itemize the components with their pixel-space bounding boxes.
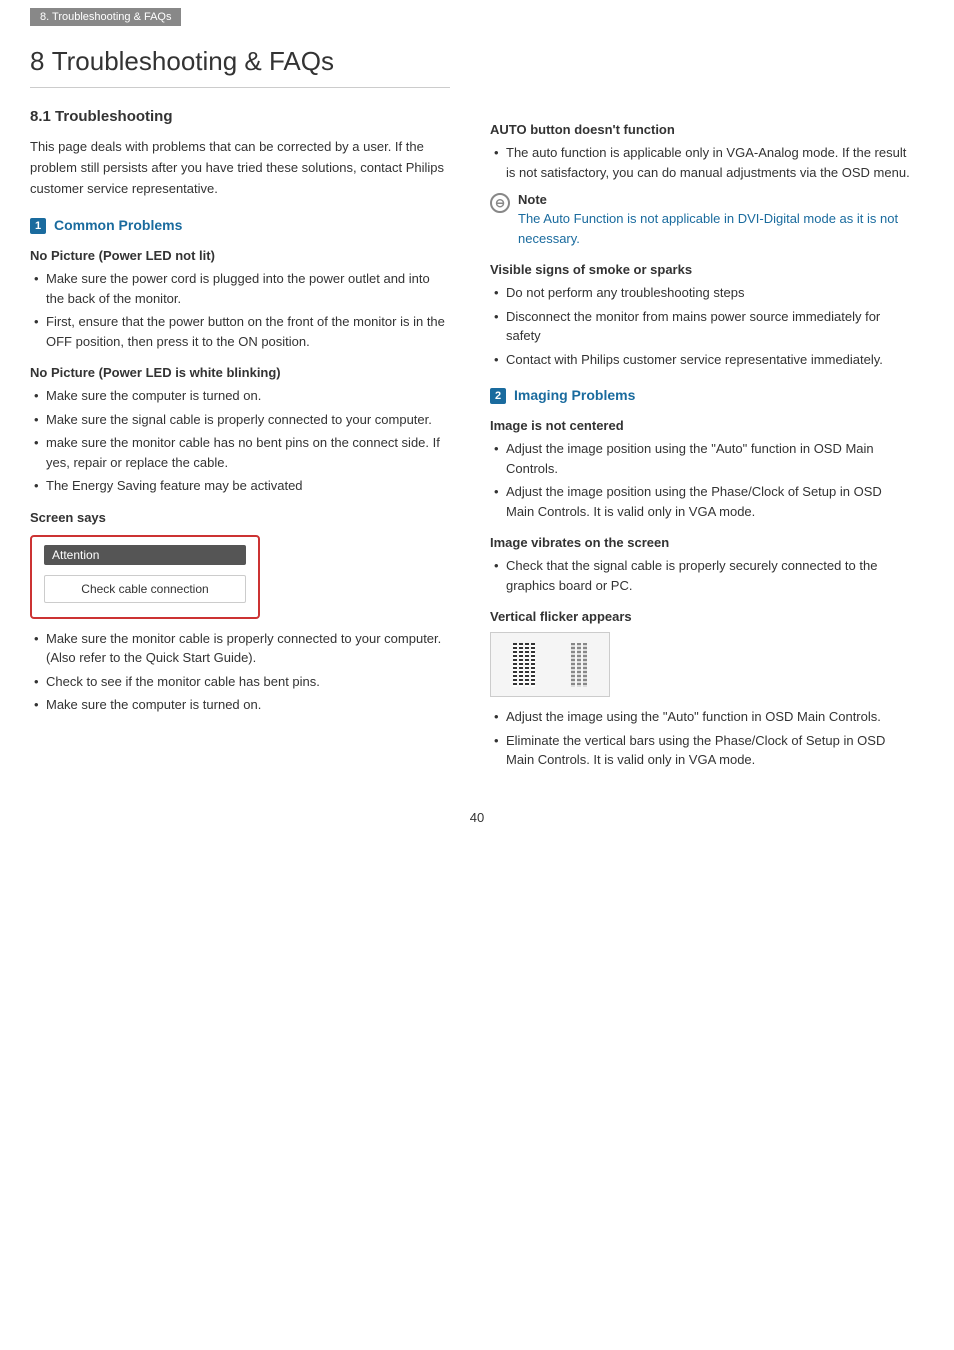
list-item: make sure the monitor cable has no bent … [30, 433, 450, 472]
list-item: Adjust the image position using the Phas… [490, 482, 910, 521]
section-number-2: 2 [490, 388, 506, 404]
list-item: Contact with Philips customer service re… [490, 350, 910, 370]
note-title: Note [518, 192, 910, 207]
main-content: 8 Troubleshooting & FAQs 8.1 Troubleshoo… [30, 46, 924, 780]
chapter-breadcrumb: 8. Troubleshooting & FAQs [30, 8, 181, 26]
visible-smoke-title: Visible signs of smoke or sparks [490, 262, 910, 277]
common-problems-label: Common Problems [54, 217, 182, 233]
chapter-title: 8 Troubleshooting & FAQs [30, 46, 450, 88]
list-item: Disconnect the monitor from mains power … [490, 307, 910, 346]
flicker-bar [519, 643, 523, 687]
vertical-flicker-title: Vertical flicker appears [490, 609, 910, 624]
list-item: The auto function is applicable only in … [490, 143, 910, 182]
list-item: First, ensure that the power button on t… [30, 312, 450, 351]
note-icon: ⊖ [490, 193, 510, 213]
screen-says-bullets: Make sure the monitor cable is properly … [30, 629, 450, 715]
note-box: ⊖ Note The Auto Function is not applicab… [490, 192, 910, 248]
list-item: Check to see if the monitor cable has be… [30, 672, 450, 692]
screen-says-box: Attention Check cable connection [30, 535, 260, 619]
page-number: 40 [30, 810, 924, 825]
flicker-bars-graphic [491, 633, 609, 696]
list-item: Adjust the image using the "Auto" functi… [490, 707, 910, 727]
top-bar: 8. Troubleshooting & FAQs [0, 0, 954, 26]
flicker-bar [571, 643, 575, 687]
list-item: Make sure the computer is turned on. [30, 695, 450, 715]
auto-button-list: The auto function is applicable only in … [490, 143, 910, 182]
flicker-bar [531, 643, 535, 687]
image-vibrates-list: Check that the signal cable is properly … [490, 556, 910, 595]
list-item: The Energy Saving feature may be activat… [30, 476, 450, 496]
list-item: Eliminate the vertical bars using the Ph… [490, 731, 910, 770]
no-power-led-lit-list: Make sure the power cord is plugged into… [30, 269, 450, 351]
auto-button-title: AUTO button doesn't function [490, 122, 910, 137]
no-power-led-lit-title: No Picture (Power LED not lit) [30, 248, 450, 263]
imaging-problems-label: Imaging Problems [514, 387, 635, 403]
flicker-group-2 [571, 643, 587, 687]
screen-says-label: Screen says [30, 510, 450, 525]
list-item: Adjust the image position using the "Aut… [490, 439, 910, 478]
common-problems-header: 1 Common Problems [30, 217, 450, 234]
check-cable-text: Check cable connection [44, 575, 246, 603]
flicker-bar [525, 643, 529, 687]
list-item: Make sure the computer is turned on. [30, 386, 450, 406]
flicker-bar [583, 643, 587, 687]
list-item: Do not perform any troubleshooting steps [490, 283, 910, 303]
no-power-led-white-title: No Picture (Power LED is white blinking) [30, 365, 450, 380]
note-content: Note The Auto Function is not applicable… [518, 192, 910, 248]
imaging-problems-header: 2 Imaging Problems [490, 387, 910, 404]
flicker-bar [577, 643, 581, 687]
list-item: Make sure the monitor cable is properly … [30, 629, 450, 668]
section-number-1: 1 [30, 218, 46, 234]
left-column: 8 Troubleshooting & FAQs 8.1 Troubleshoo… [30, 46, 450, 780]
list-item: Check that the signal cable is properly … [490, 556, 910, 595]
note-text: The Auto Function is not applicable in D… [518, 209, 910, 248]
list-item: Make sure the power cord is plugged into… [30, 269, 450, 308]
list-item: Make sure the signal cable is properly c… [30, 410, 450, 430]
attention-bar: Attention [44, 545, 246, 565]
page-container: 8 Troubleshooting & FAQs 8.1 Troubleshoo… [0, 26, 954, 865]
visible-smoke-list: Do not perform any troubleshooting steps… [490, 283, 910, 369]
flicker-bar [513, 643, 517, 687]
vertical-flicker-image [490, 632, 610, 697]
image-not-centered-title: Image is not centered [490, 418, 910, 433]
image-not-centered-list: Adjust the image position using the "Aut… [490, 439, 910, 521]
section-81-title: 8.1 Troubleshooting [30, 108, 450, 125]
flicker-group-1 [513, 643, 535, 687]
no-power-led-white-list: Make sure the computer is turned on. Mak… [30, 386, 450, 496]
image-vibrates-title: Image vibrates on the screen [490, 535, 910, 550]
right-column: AUTO button doesn't function The auto fu… [490, 46, 910, 780]
intro-paragraph: This page deals with problems that can b… [30, 137, 450, 199]
vertical-flicker-list: Adjust the image using the "Auto" functi… [490, 707, 910, 770]
